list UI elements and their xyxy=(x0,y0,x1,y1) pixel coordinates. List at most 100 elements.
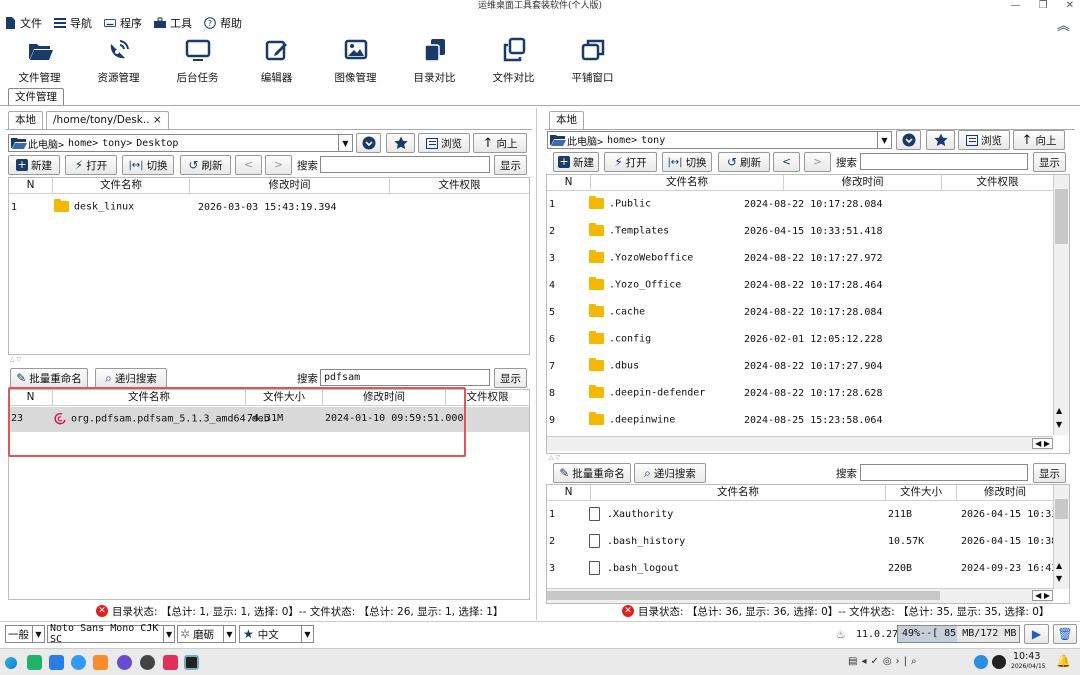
scroll-arrows-icon[interactable]: ◀ ▶ xyxy=(1032,590,1053,601)
table-row[interactable]: 1 desk_linux 2026-03-03 15:43:19.394 xyxy=(9,198,529,216)
tool-editor[interactable]: 编辑器 xyxy=(237,34,316,88)
tool-file-compare[interactable]: 文件对比 xyxy=(474,34,553,88)
settings-app-icon[interactable] xyxy=(117,655,132,670)
bug-app-icon[interactable] xyxy=(140,655,155,670)
browse-button[interactable]: 浏览 xyxy=(958,130,1010,150)
notification-icon[interactable]: 🔔 xyxy=(1056,654,1071,668)
table-row[interactable]: 4 .Yozo_Office 2024-08-22 10:17:28.464 xyxy=(547,273,1053,300)
new-button[interactable]: + 新建 xyxy=(8,155,60,175)
table-row[interactable]: 1.Xauthority211B2026-04-15 10:33:4 xyxy=(547,502,1053,529)
table-row[interactable]: 5 .cache 2024-08-22 10:17:28.084 xyxy=(547,300,1053,327)
menu-help[interactable]: ? 帮助 xyxy=(204,15,242,31)
tab-right-local[interactable]: 本地 xyxy=(549,111,584,129)
scrollbar-thumb[interactable] xyxy=(1055,189,1068,244)
table-row[interactable]: 2 .Templates 2026-04-15 10:33:51.418 xyxy=(547,219,1053,246)
terminal-app-icon[interactable] xyxy=(27,655,42,670)
collapse-toolbar-icon[interactable]: ︽ xyxy=(1057,15,1070,34)
tab-left-desktop[interactable]: /home/tony/Desk.. × xyxy=(46,111,169,129)
col-n[interactable]: N xyxy=(547,175,591,190)
theme-select[interactable]: ✲ 磨砺 ▼ xyxy=(177,625,236,643)
tool-directory-compare[interactable]: 目录对比 xyxy=(395,34,474,88)
table-row[interactable]: 9 .deepinwine 2024-08-25 15:23:58.064 xyxy=(547,408,1053,435)
memory-indicator[interactable]: 49%--[ 85 MB/172 MB ] xyxy=(897,625,1020,643)
col-perm[interactable]: 文件权限 xyxy=(390,178,529,193)
batch-rename-button[interactable]: ✎ 批量重命名 xyxy=(553,463,631,483)
show-button[interactable]: 显示 xyxy=(494,155,527,175)
col-name[interactable]: 文件名称 xyxy=(591,175,784,190)
splitter-handle[interactable]: △ ▽ xyxy=(549,454,560,461)
breadcrumb-desktop[interactable]: Desktop xyxy=(136,138,178,149)
open-button[interactable]: ⚡ 打开 xyxy=(604,152,657,172)
scrollbar-thumb[interactable] xyxy=(547,591,940,600)
forward-button[interactable]: > xyxy=(804,152,831,172)
file-search-input[interactable] xyxy=(860,464,1028,481)
maximize-button[interactable]: ❐ xyxy=(1039,0,1048,12)
col-name[interactable]: 文件名称 xyxy=(53,178,190,193)
breadcrumb-pc[interactable]: 此电脑> xyxy=(567,133,603,148)
bookmark-button[interactable] xyxy=(926,130,955,150)
table-row[interactable]: 1 .Public 2024-08-22 10:17:28.084 xyxy=(547,192,1053,219)
refresh-button[interactable]: ↺ 刷新 xyxy=(718,152,770,172)
up-button[interactable]: ↑ 向上 xyxy=(1013,130,1065,150)
menu-navigate[interactable]: 导航 xyxy=(54,15,92,31)
tool-file-manager[interactable]: 文件管理 xyxy=(0,34,79,88)
table-row[interactable]: 2.bash_history10.57K2026-04-15 10:38:3 xyxy=(547,529,1053,556)
menu-tools[interactable]: 工具 xyxy=(154,15,192,31)
chevron-down-icon[interactable]: ▼ xyxy=(163,626,174,642)
search-input[interactable] xyxy=(860,153,1028,170)
trash-button[interactable]: 🗑 xyxy=(1053,624,1077,644)
tool-background-tasks[interactable]: 后台任务 xyxy=(158,34,237,88)
tool-resource-manager[interactable]: 资源管理 xyxy=(79,34,158,88)
col-n[interactable]: N xyxy=(9,178,53,193)
breadcrumb-home[interactable]: home> xyxy=(607,135,637,146)
menu-program[interactable]: 程序 xyxy=(104,15,142,31)
breadcrumb-pc[interactable]: 此电脑> xyxy=(28,136,64,151)
switch-button[interactable]: |↔| 切换 xyxy=(662,152,712,172)
table-row[interactable]: 8 .deepin-defender 2024-08-22 10:17:28.628 xyxy=(547,381,1053,408)
col-mtime[interactable]: 修改时间 xyxy=(784,175,942,190)
launcher-icon[interactable] xyxy=(5,657,17,669)
col-mtime[interactable]: 修改时间 xyxy=(957,485,1053,500)
recursive-search-button[interactable]: ⌕ 递归搜索 xyxy=(634,463,706,483)
font-select[interactable]: Noto Sans Mono CJK SC ▼ xyxy=(47,623,175,645)
browser-app-icon[interactable] xyxy=(71,655,86,670)
col-name[interactable]: 文件名称 xyxy=(591,485,886,500)
scroll-up-icon[interactable]: ▲ xyxy=(1056,406,1062,415)
col-n[interactable]: N xyxy=(547,485,591,500)
scroll-down-icon[interactable]: ▼ xyxy=(1056,574,1062,583)
search-input[interactable] xyxy=(320,156,490,173)
breadcrumb-home[interactable]: home> xyxy=(68,138,98,149)
right-path-combo[interactable]: 此电脑> home> tony ▼ xyxy=(547,131,892,149)
show-button[interactable]: 显示 xyxy=(1033,152,1066,172)
language-select[interactable]: ★ 中文 ▼ xyxy=(239,625,314,643)
col-perm[interactable]: 文件权限 xyxy=(942,175,1053,190)
refresh-button[interactable]: ↺ 刷新 xyxy=(180,155,231,175)
back-button[interactable]: < xyxy=(773,152,800,172)
new-button[interactable]: + 新建 xyxy=(553,152,599,172)
forward-button[interactable]: > xyxy=(265,155,292,175)
recursive-search-button[interactable]: ⌕ 递归搜索 xyxy=(95,368,167,388)
tool-tile-windows[interactable]: 平铺窗口 xyxy=(553,34,632,88)
table-row[interactable]: 7 .dbus 2024-08-22 10:17:27.904 xyxy=(547,354,1053,381)
table-row[interactable]: 6 .config 2026-02-01 12:05:12.228 xyxy=(547,327,1053,354)
tab-left-local[interactable]: 本地 xyxy=(8,111,43,129)
splitter-handle[interactable]: △ ▽ xyxy=(10,356,21,363)
table-row[interactable]: 3.bash_logout220B2024-09-23 16:43:2 xyxy=(547,556,1053,583)
store-app-icon[interactable] xyxy=(93,655,108,670)
file-manager-app-icon[interactable] xyxy=(49,655,64,670)
table-row[interactable]: 3 .YozoWeboffice 2024-08-22 10:17:27.972 xyxy=(547,246,1053,273)
col-size[interactable]: 文件大小 xyxy=(886,485,957,500)
minimize-button[interactable]: — xyxy=(1011,0,1021,12)
chevron-down-icon[interactable]: ▼ xyxy=(223,626,235,642)
scroll-arrows-icon[interactable]: ◀ ▶ xyxy=(1032,438,1053,449)
network-icon[interactable] xyxy=(974,655,988,669)
close-button[interactable]: ✕ xyxy=(1066,0,1074,12)
browse-button[interactable]: 浏览 xyxy=(418,133,470,153)
download-button[interactable] xyxy=(356,133,381,153)
open-button[interactable]: ⚡ 打开 xyxy=(65,155,117,175)
media-app-icon[interactable] xyxy=(163,655,178,670)
show-button[interactable]: 显示 xyxy=(494,368,527,388)
left-path-combo[interactable]: 此电脑> home> tony> Desktop ▼ xyxy=(8,134,353,152)
tab-file-manager[interactable]: 文件管理 xyxy=(8,88,64,106)
vertical-scrollbar[interactable]: ▲ ▼ xyxy=(1053,485,1069,589)
